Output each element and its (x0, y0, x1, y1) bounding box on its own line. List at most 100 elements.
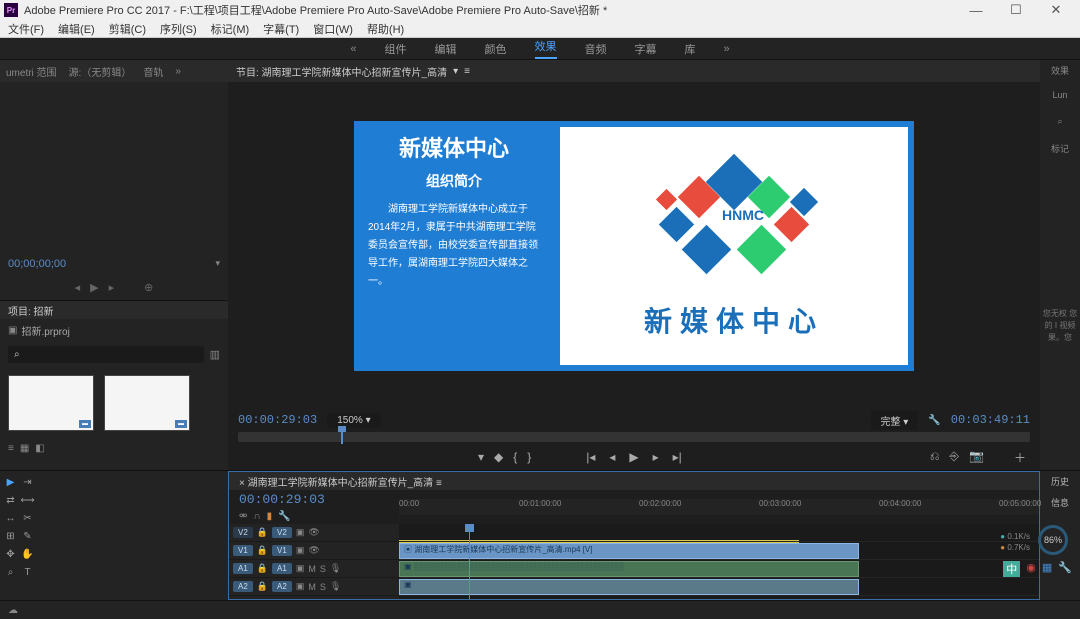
pen-tool-icon[interactable]: ✥ (4, 547, 18, 561)
tray-icon-2[interactable]: ▦ (1042, 561, 1052, 577)
ws-prev-icon[interactable]: « (350, 43, 356, 55)
freeform-view-icon[interactable]: ◧ (35, 443, 44, 454)
settings-icon[interactable]: 🔧 (928, 415, 940, 426)
prev-frame-icon[interactable]: ◂ (609, 450, 615, 464)
new-bin-icon[interactable]: ▥ (210, 348, 220, 361)
track-v2[interactable] (399, 524, 1039, 542)
ws-audio[interactable]: 音频 (585, 41, 607, 57)
type-tool-icon[interactable]: T (21, 565, 35, 579)
maximize-button[interactable]: ☐ (996, 2, 1036, 18)
track-select-tool-icon[interactable]: ⇥ (21, 475, 35, 489)
track-v1[interactable]: ▣ 湖南理工学院新媒体中心招新宣传片_高清.mp4 [V] (399, 542, 1039, 560)
program-monitor[interactable]: 优酷 新媒体中心 组织简介 湖南理工学院新媒体中心成立于2014年2月，隶属于中… (228, 82, 1040, 410)
menu-edit[interactable]: 编辑(E) (58, 21, 95, 37)
source-tab[interactable]: 源:（无剪辑） (69, 64, 132, 79)
hand-tool-icon[interactable]: ✋ (21, 547, 35, 561)
button-editor-icon[interactable]: ＋ (1014, 449, 1026, 466)
menu-file[interactable]: 文件(F) (8, 21, 44, 37)
list-view-icon[interactable]: ≡ (8, 443, 14, 454)
project-tab[interactable]: 项目: 招新 (0, 301, 228, 319)
lumetri-scope-tab[interactable]: umetri 范围 (6, 64, 57, 79)
menu-window[interactable]: 窗口(W) (313, 21, 353, 37)
timeline-tab[interactable]: × 湖南理工学院新媒体中心招新宣传片_高清 ≡ (229, 472, 1039, 490)
ripple-tool-icon[interactable]: ⇄ (4, 493, 18, 507)
rolling-tool-icon[interactable]: ⟷ (21, 493, 35, 507)
step-back-icon[interactable]: |◂ (586, 450, 595, 464)
timeline-timecode[interactable]: 00:00:29:03 (229, 490, 399, 509)
menu-clip[interactable]: 剪辑(C) (109, 21, 146, 37)
history-tab[interactable]: 历史 (1040, 471, 1080, 492)
slide-tool-icon[interactable]: ✎ (21, 529, 35, 543)
next-frame-icon[interactable]: ▸ (653, 450, 659, 464)
fit-select[interactable]: 完整 ▾ (871, 411, 919, 430)
source-fit-label[interactable]: ▾ (215, 258, 220, 269)
audio-clip-2[interactable]: ▣ (399, 579, 859, 595)
zoom-tool-icon[interactable]: ⌕ (4, 565, 18, 579)
tray-icon-3[interactable]: 🔧 (1058, 561, 1072, 577)
program-tab-menu-icon[interactable]: ▾ (453, 66, 458, 77)
icon-view-icon[interactable]: ▦ (20, 443, 29, 454)
lift-icon[interactable]: ⎌ (930, 449, 940, 466)
slip-tool-icon[interactable]: ⊞ (4, 529, 18, 543)
src-mark-in-icon[interactable]: ◂ (75, 281, 81, 294)
ime-icon[interactable]: 中 (1003, 561, 1020, 577)
markers-tab[interactable]: 标记 (1051, 142, 1069, 160)
tray-icon-1[interactable]: ◉ (1026, 561, 1036, 577)
bin-thumb-2[interactable]: ▬ (104, 375, 190, 431)
link-icon[interactable]: ∩ (253, 511, 260, 522)
tracks-area[interactable]: ▣ 湖南理工学院新媒体中心招新宣传片_高清.mp4 [V] ▣ ░░░░░░░░… (399, 524, 1039, 599)
marker-icon[interactable]: ▮ (267, 511, 273, 522)
program-timecode[interactable]: 00:00:29:03 (238, 413, 317, 427)
accelerator-widget[interactable]: 86% (1038, 525, 1068, 555)
src-play-icon[interactable]: ▶ (90, 281, 98, 294)
menu-sequence[interactable]: 序列(S) (160, 21, 197, 37)
settings-icon[interactable]: 🔧 (278, 511, 290, 522)
snap-icon[interactable]: ⚮ (239, 511, 247, 522)
search-input[interactable] (8, 346, 204, 363)
playhead-icon[interactable] (341, 430, 343, 444)
ws-titles[interactable]: 字幕 (635, 41, 657, 57)
track-a1[interactable]: ▣ ░░░░░░░░░░░░░░░░░░░░░░░░░░░░░░░░░░░░░ (399, 560, 1039, 578)
time-ruler[interactable]: 00:00 00:01:00:00 00:02:00:00 00:03:00:0… (399, 499, 1039, 515)
program-scrubber[interactable] (238, 432, 1030, 442)
play-icon[interactable]: ▶ (629, 450, 638, 464)
mark-in-icon[interactable]: ▾ (478, 450, 484, 464)
export-frame-icon[interactable]: 📷 (969, 449, 984, 466)
track-a2-header[interactable]: A2🔒A2▣MS🎙 (229, 578, 399, 596)
ws-libraries[interactable]: 库 (685, 41, 696, 57)
ws-effects[interactable]: 效果 (535, 38, 557, 59)
close-button[interactable]: ✕ (1036, 2, 1076, 18)
effects-tab[interactable]: 效果 (1051, 64, 1069, 82)
extract-icon[interactable]: ⎆ (949, 449, 959, 466)
video-clip[interactable]: ▣ 湖南理工学院新媒体中心招新宣传片_高清.mp4 [V] (399, 543, 859, 559)
timeline-playhead[interactable] (469, 524, 470, 599)
audio-clip-1[interactable]: ▣ ░░░░░░░░░░░░░░░░░░░░░░░░░░░░░░░░░░░░░ (399, 561, 859, 577)
zoom-select[interactable]: 150% ▾ (327, 413, 380, 428)
info-tab[interactable]: 信息 (1040, 492, 1080, 513)
source-tab-2[interactable]: 音轨 (143, 64, 163, 79)
ws-assembly[interactable]: 组件 (385, 41, 407, 57)
src-mark-out-icon[interactable]: ▸ (109, 281, 115, 294)
menu-marker[interactable]: 标记(M) (211, 21, 250, 37)
track-a2[interactable]: ▣ (399, 578, 1039, 596)
add-marker-icon[interactable]: { (513, 450, 517, 464)
cloud-sync-icon[interactable]: ☁ (8, 605, 18, 616)
track-v1-header[interactable]: V1🔒V1▣👁 (229, 542, 399, 560)
project-file-row[interactable]: ▣ 招新.prproj (0, 319, 228, 342)
source-overflow-icon[interactable]: » (175, 66, 181, 77)
search-icon[interactable]: ⌕ (1057, 116, 1062, 134)
program-tab[interactable]: 节目: 湖南理工学院新媒体中心招新宣传片_高清 ▾ ≡ (228, 60, 1040, 82)
minimize-button[interactable]: — (956, 3, 996, 18)
razor-tool-icon[interactable]: ✂ (21, 511, 35, 525)
rate-tool-icon[interactable]: ↔ (4, 511, 18, 525)
step-fwd-icon[interactable]: ▸| (673, 450, 682, 464)
ws-editing[interactable]: 编辑 (435, 41, 457, 57)
ws-color[interactable]: 颜色 (485, 41, 507, 57)
track-a1-header[interactable]: A1🔒A1▣MS🎙 (229, 560, 399, 578)
track-v2-header[interactable]: V2🔒V2▣👁 (229, 524, 399, 542)
goto-in-icon[interactable]: } (527, 450, 531, 464)
source-timecode[interactable]: 00;00;00;00 (8, 258, 66, 270)
menu-title[interactable]: 字幕(T) (263, 21, 299, 37)
menu-help[interactable]: 帮助(H) (367, 21, 404, 37)
mark-out-icon[interactable]: ◆ (494, 450, 503, 464)
